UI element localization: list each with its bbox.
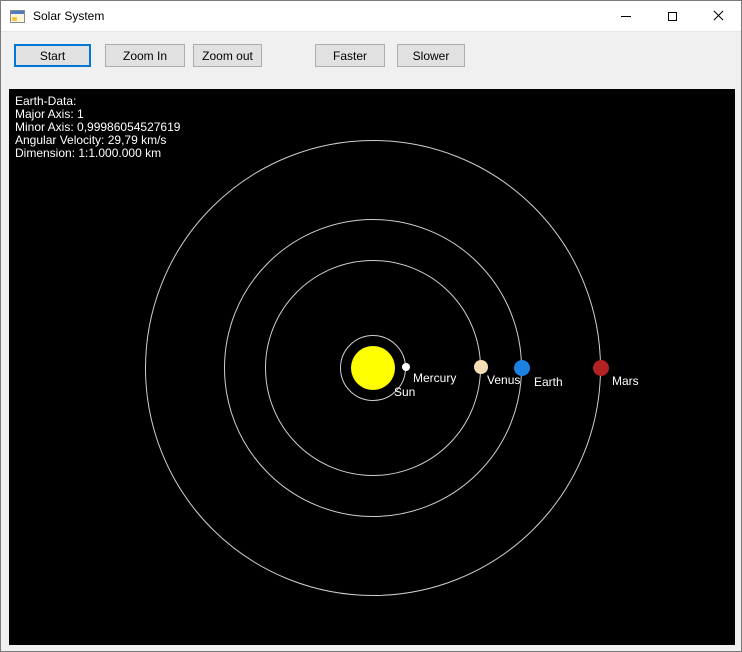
earth-data-panel: Earth-Data: Major Axis: 1 Minor Axis: 0,… xyxy=(15,95,180,160)
earth-label: Earth xyxy=(534,375,563,389)
app-window: { "window": { "title": "Solar System", "… xyxy=(0,0,742,652)
maximize-button[interactable] xyxy=(649,1,695,31)
sun-body xyxy=(351,346,395,390)
window-title: Solar System xyxy=(33,9,104,23)
zoom-in-button[interactable]: Zoom In xyxy=(105,44,185,67)
slower-button[interactable]: Slower xyxy=(397,44,465,67)
venus-body xyxy=(474,360,488,374)
solar-canvas: Earth-Data: Major Axis: 1 Minor Axis: 0,… xyxy=(9,89,735,645)
info-line-dimension: Dimension: 1:1.000.000 km xyxy=(15,147,180,160)
mars-label: Mars xyxy=(612,374,639,388)
start-button[interactable]: Start xyxy=(14,44,91,67)
minimize-button[interactable] xyxy=(603,1,649,31)
mars-body xyxy=(593,360,609,376)
sun-label: Sun xyxy=(394,385,415,399)
app-icon xyxy=(10,10,25,23)
mercury-label: Mercury xyxy=(413,371,456,385)
earth-body xyxy=(514,360,530,376)
mercury-body xyxy=(402,363,410,371)
close-icon xyxy=(713,11,723,21)
zoom-out-button[interactable]: Zoom out xyxy=(193,44,262,67)
minimize-icon xyxy=(621,16,631,17)
faster-button[interactable]: Faster xyxy=(315,44,385,67)
titlebar: Solar System xyxy=(1,1,741,32)
close-button[interactable] xyxy=(695,1,741,31)
maximize-icon xyxy=(668,12,677,21)
venus-label: Venus xyxy=(487,373,520,387)
toolbar: Start Zoom In Zoom out Faster Slower xyxy=(1,32,741,88)
window-controls xyxy=(603,1,741,31)
